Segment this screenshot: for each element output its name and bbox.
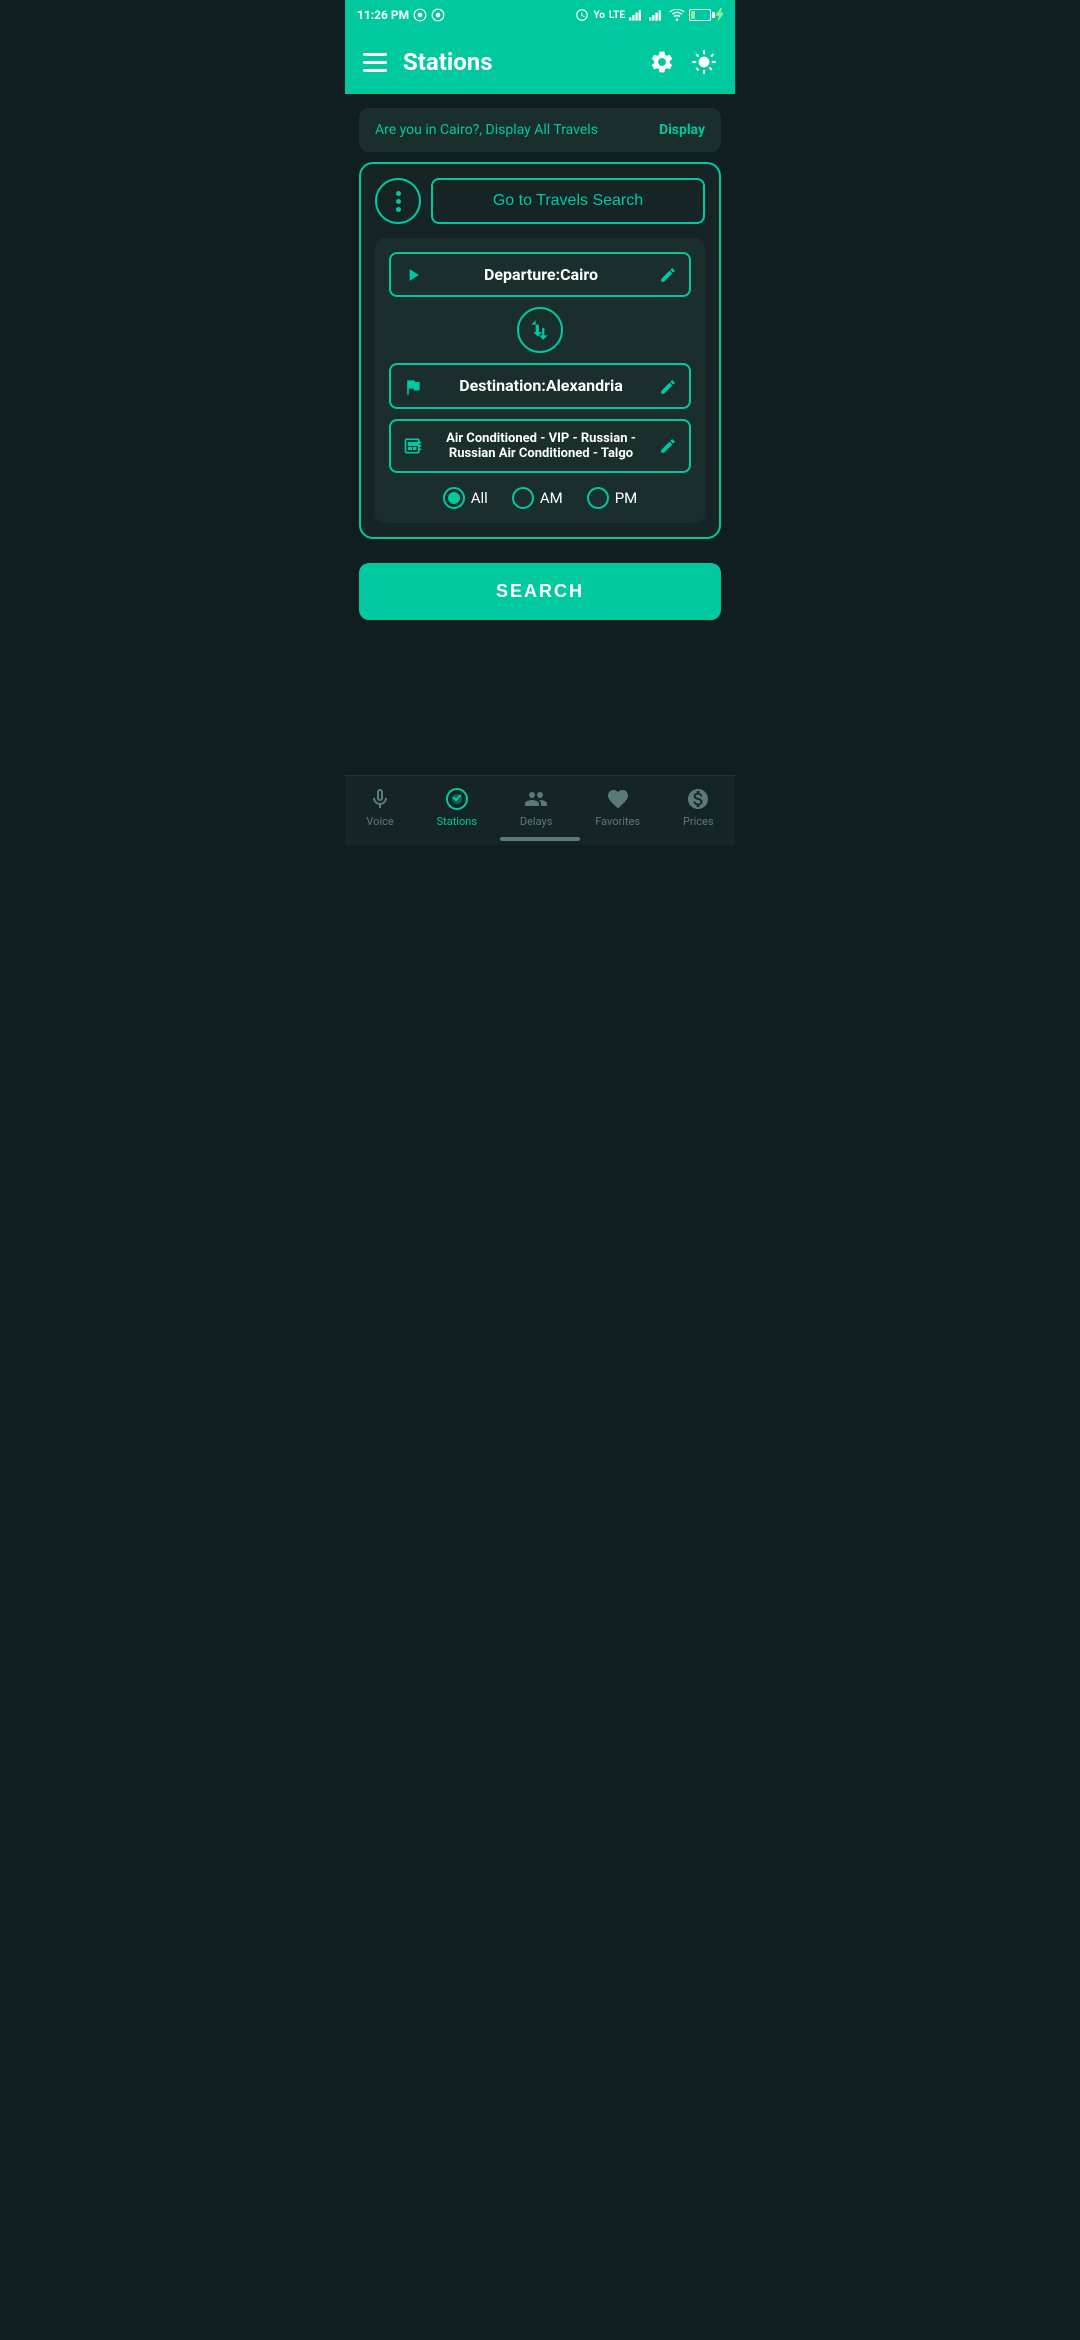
header-right (649, 49, 717, 75)
radio-all-label: All (471, 489, 488, 507)
radio-all-outer (443, 487, 465, 509)
location-banner: Are you in Cairo?, Display All Travels D… (359, 108, 721, 152)
nav-voice-label: Voice (366, 815, 393, 828)
radio-am-label: AM (540, 489, 563, 507)
theme-toggle-icon[interactable] (691, 49, 717, 75)
radio-pm[interactable]: PM (587, 487, 638, 509)
nav-item-stations[interactable]: Stations (437, 785, 477, 827)
bottom-navigation: Voice Stations Delays Favorites (345, 775, 735, 845)
departure-edit-icon[interactable] (659, 264, 677, 285)
radio-all[interactable]: All (443, 487, 488, 509)
go-to-travels-button[interactable]: Go to Travels Search (431, 178, 705, 224)
destination-edit-icon[interactable] (659, 375, 677, 396)
radio-am-outer (512, 487, 534, 509)
search-button[interactable]: SEARCH (359, 563, 721, 620)
train-type-edit-icon[interactable] (659, 435, 677, 456)
nav-prices-label: Prices (683, 815, 714, 828)
departure-field[interactable]: Departure:Cairo (389, 252, 691, 297)
voice-icon (368, 785, 392, 810)
battery-icon (689, 9, 711, 21)
header-left: Stations (363, 48, 493, 76)
destination-field[interactable]: Destination:Alexandria (389, 363, 691, 408)
app-header: Stations (345, 30, 735, 94)
train-type-field[interactable]: Air Conditioned - VIP - Russian - Russia… (389, 419, 691, 473)
time-filter-group: All AM PM (389, 487, 691, 509)
departure-icon (403, 264, 423, 285)
swap-button[interactable] (517, 307, 563, 353)
departure-value: Departure:Cairo (433, 265, 649, 284)
nav-item-delays[interactable]: Delays (520, 785, 553, 827)
train-type-icon (403, 435, 423, 456)
settings-icon[interactable] (649, 49, 675, 75)
nav-item-favorites[interactable]: Favorites (595, 785, 640, 827)
radio-pm-label: PM (615, 489, 638, 507)
top-row: Go to Travels Search (375, 178, 705, 224)
nav-favorites-label: Favorites (595, 815, 640, 828)
page-title: Stations (403, 48, 493, 76)
display-button[interactable]: Display (659, 122, 705, 138)
favorites-icon (606, 785, 630, 810)
radio-all-inner (448, 492, 460, 504)
status-icons: Yo LTE (575, 8, 723, 22)
more-dots-icon (396, 191, 401, 212)
destination-icon (403, 375, 423, 396)
prices-icon (686, 785, 710, 810)
more-options-button[interactable] (375, 178, 421, 224)
radio-am[interactable]: AM (512, 487, 563, 509)
stations-icon (445, 785, 469, 810)
swap-container (389, 307, 691, 353)
radio-pm-outer (587, 487, 609, 509)
main-search-card: Go to Travels Search Departure:Cairo (359, 162, 721, 539)
search-form: Departure:Cairo Destination:Alexa (375, 238, 705, 523)
home-indicator (500, 837, 580, 841)
nav-delays-label: Delays (520, 815, 553, 828)
nav-stations-label: Stations (437, 815, 477, 828)
nav-item-voice[interactable]: Voice (366, 785, 393, 827)
nav-item-prices[interactable]: Prices (683, 785, 714, 827)
status-time: 11:26 PM (357, 8, 445, 22)
destination-value: Destination:Alexandria (433, 376, 649, 395)
train-type-value: Air Conditioned - VIP - Russian - Russia… (433, 431, 649, 461)
hamburger-menu-icon[interactable] (363, 50, 387, 75)
status-bar: 11:26 PM Yo LTE (345, 0, 735, 30)
delays-icon (524, 785, 548, 810)
location-banner-text: Are you in Cairo?, Display All Travels (375, 122, 598, 138)
